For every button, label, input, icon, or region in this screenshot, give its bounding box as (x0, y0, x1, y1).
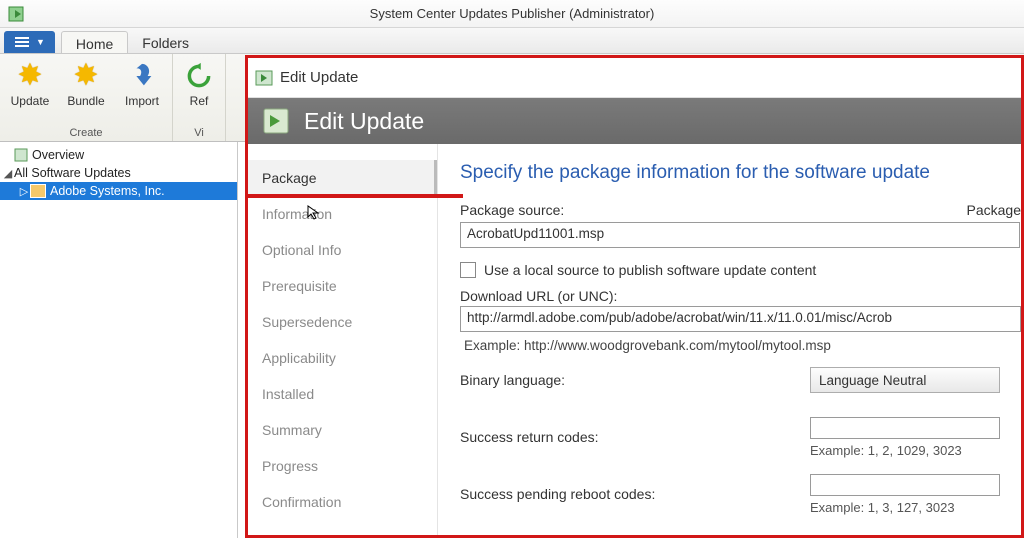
local-source-checkbox[interactable]: Use a local source to publish software u… (460, 262, 1021, 278)
package-right-label: Package (967, 202, 1021, 218)
annotation-redline (248, 194, 463, 198)
tab-home[interactable]: Home (61, 31, 128, 53)
folder-icon (30, 184, 46, 198)
cursor-icon (306, 204, 322, 220)
nav-tree[interactable]: Overview ◢ All Software Updates ▷ Adobe … (0, 142, 238, 538)
wizard-step-progress[interactable]: Progress (248, 448, 437, 484)
wizard-step-installed-label: Installed (262, 386, 314, 402)
form-heading: Specify the package information for the … (460, 162, 1021, 184)
dialog-header-icon (258, 105, 292, 137)
success-codes-label: Success return codes: (460, 429, 810, 445)
download-url-label: Download URL (or UNC): (460, 288, 1021, 304)
import-button[interactable]: Import (114, 54, 170, 127)
tree-adobe[interactable]: ▷ Adobe Systems, Inc. (0, 182, 237, 200)
ribbon-tabs: ▼ Home Folders (0, 28, 1024, 54)
binary-language-label: Binary language: (460, 372, 810, 388)
titlebar: System Center Updates Publisher (Adminis… (0, 0, 1024, 28)
wizard-step-prerequisite-label: Prerequisite (262, 278, 337, 294)
pending-codes-example: Example: 1, 3, 127, 3023 (810, 500, 1000, 515)
checkbox-icon (460, 262, 476, 278)
success-codes-example: Example: 1, 2, 1029, 3023 (810, 443, 1000, 458)
wizard-step-optional[interactable]: Optional Info (248, 232, 437, 268)
wizard-step-package[interactable]: Package (248, 160, 437, 196)
wizard-step-prerequisite[interactable]: Prerequisite (248, 268, 437, 304)
dialog-titlebar: Edit Update (248, 58, 1021, 98)
download-url-value: http://armdl.adobe.com/pub/adobe/acrobat… (467, 310, 892, 325)
overview-icon (14, 148, 28, 162)
wizard-step-summary-label: Summary (262, 422, 322, 438)
wizard-step-package-label: Package (262, 170, 316, 186)
dialog-header-text: Edit Update (304, 108, 424, 135)
package-source-label: Package source: (460, 202, 564, 218)
tree-expand-icon[interactable]: ▷ (18, 185, 30, 198)
dialog-icon (254, 68, 274, 88)
bundle-label: Bundle (58, 94, 114, 108)
edit-update-dialog: Edit Update Edit Update Package Informat… (245, 55, 1024, 538)
wizard-nav: Package Information Optional Info Prereq… (248, 144, 438, 535)
wizard-step-optional-label: Optional Info (262, 242, 341, 258)
download-url-input[interactable]: http://armdl.adobe.com/pub/adobe/acrobat… (460, 306, 1021, 332)
wizard-step-information[interactable]: Information (248, 196, 437, 232)
success-codes-input[interactable] (810, 417, 1000, 439)
tree-overview[interactable]: Overview (0, 146, 237, 164)
window-title: System Center Updates Publisher (Adminis… (26, 6, 1024, 21)
app-icon (6, 4, 26, 24)
pending-codes-label: Success pending reboot codes: (460, 486, 810, 502)
ribbon-group-view: Ref Vi (173, 54, 226, 141)
chevron-down-icon: ▼ (36, 37, 45, 47)
wizard-step-installed[interactable]: Installed (248, 376, 437, 412)
wizard-step-supersedence-label: Supersedence (262, 314, 352, 330)
ribbon-group-create-label: Create (69, 127, 102, 139)
dialog-title-text: Edit Update (280, 69, 358, 86)
package-source-input[interactable]: AcrobatUpd11001.msp (460, 222, 1020, 248)
pending-codes-input[interactable] (810, 474, 1000, 496)
ribbon-group-view-label: Vi (194, 127, 204, 139)
bundle-button[interactable]: ✸ Bundle (58, 54, 114, 127)
ribbon-group-create: ✸ Update ✸ Bundle Import Create (0, 54, 173, 141)
wizard-step-progress-label: Progress (262, 458, 318, 474)
update-button[interactable]: ✸ Update (2, 54, 58, 127)
tree-collapse-icon[interactable]: ◢ (2, 167, 14, 180)
tree-all-updates-label: All Software Updates (14, 166, 131, 180)
tree-all-updates[interactable]: ◢ All Software Updates (0, 164, 237, 182)
package-source-value: AcrobatUpd11001.msp (467, 226, 604, 241)
update-label: Update (2, 94, 58, 108)
tab-folders[interactable]: Folders (128, 31, 203, 53)
tree-adobe-label: Adobe Systems, Inc. (50, 184, 165, 198)
binary-language-select[interactable]: Language Neutral (810, 367, 1000, 393)
tree-overview-label: Overview (32, 148, 84, 162)
import-arrow-icon (126, 60, 158, 92)
star-icon: ✸ (14, 60, 46, 92)
tree-toggle-icon (2, 149, 14, 161)
file-tab[interactable]: ▼ (4, 31, 55, 53)
star-icon: ✸ (70, 60, 102, 92)
local-source-label: Use a local source to publish software u… (484, 262, 816, 278)
refresh-button[interactable]: Ref (175, 54, 223, 127)
wizard-step-summary[interactable]: Summary (248, 412, 437, 448)
dialog-header: Edit Update (248, 98, 1021, 144)
import-label: Import (114, 94, 170, 108)
form-panel: Specify the package information for the … (438, 144, 1021, 535)
refresh-icon (183, 60, 215, 92)
refresh-label: Ref (175, 94, 223, 108)
wizard-step-supersedence[interactable]: Supersedence (248, 304, 437, 340)
download-url-example: Example: http://www.woodgrovebank.com/my… (464, 338, 1021, 353)
file-menu-icon (14, 35, 30, 49)
wizard-step-confirmation-label: Confirmation (262, 494, 341, 510)
wizard-step-applicability-label: Applicability (262, 350, 336, 366)
binary-language-value: Language Neutral (819, 373, 926, 388)
wizard-step-applicability[interactable]: Applicability (248, 340, 437, 376)
wizard-step-confirmation[interactable]: Confirmation (248, 484, 437, 520)
